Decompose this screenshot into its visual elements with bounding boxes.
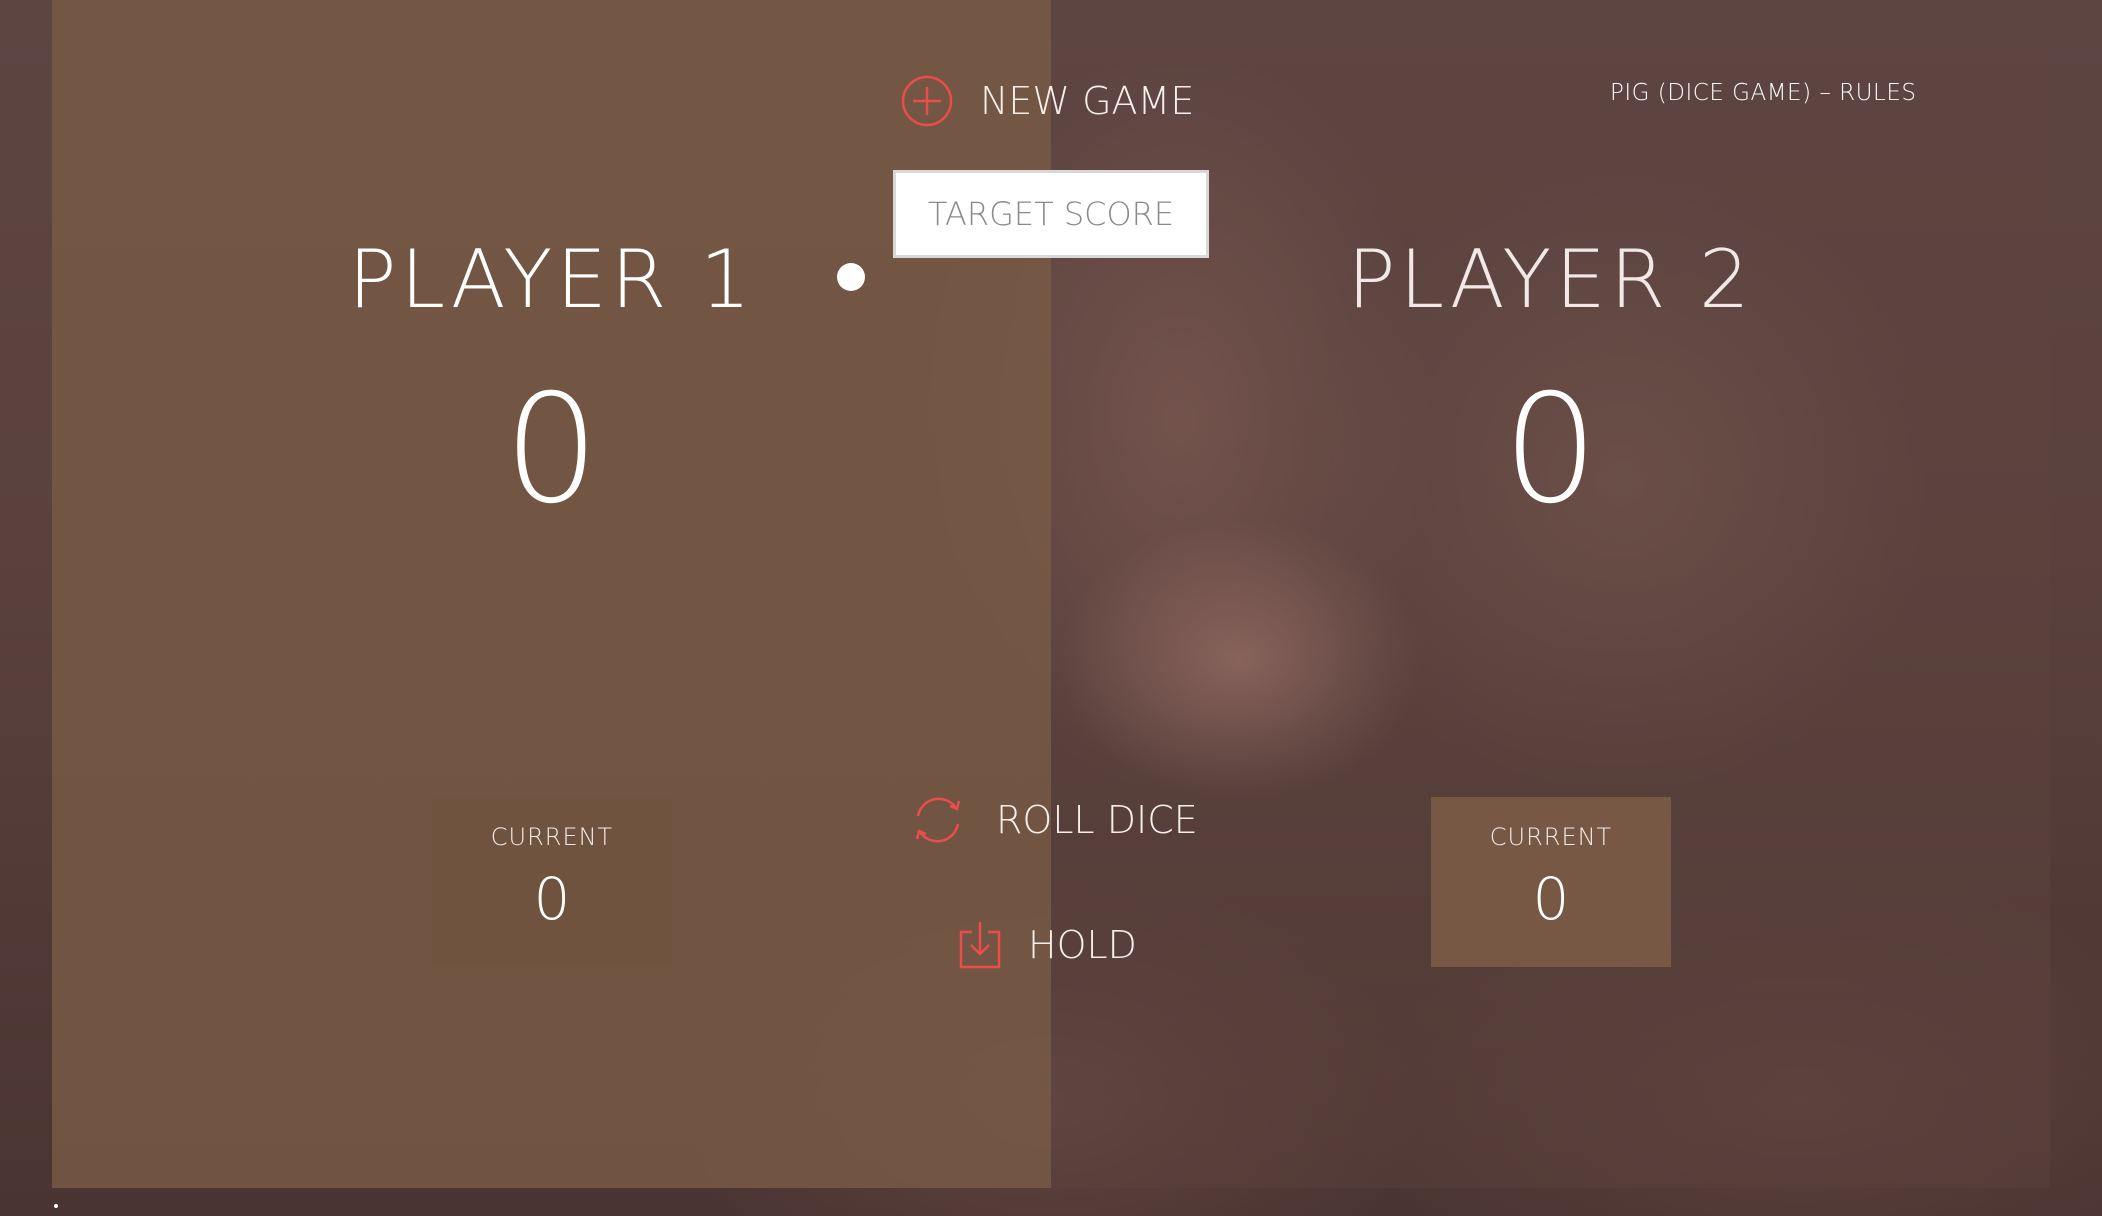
player-1-current-label: CURRENT (490, 823, 614, 851)
hold-button[interactable]: HOLD (958, 920, 1137, 970)
new-game-label: NEW GAME (980, 79, 1195, 123)
plus-circle-icon (900, 74, 954, 128)
player-1-current-box: CURRENT 0 (432, 797, 672, 967)
refresh-icon (906, 790, 970, 850)
roll-dice-label: ROLL DICE (996, 798, 1198, 842)
rules-link[interactable]: PIG (DICE GAME) – RULES (1610, 80, 1916, 106)
hold-label: HOLD (1028, 923, 1137, 967)
player-1-current-score: 0 (533, 865, 571, 933)
download-icon (958, 920, 1002, 970)
active-player-indicator (837, 263, 865, 291)
corner-dot (54, 1204, 58, 1208)
player-2-current-box: CURRENT 0 (1431, 797, 1671, 967)
player-2-current-label: CURRENT (1489, 823, 1613, 851)
roll-dice-button[interactable]: ROLL DICE (906, 790, 1198, 850)
new-game-button[interactable]: NEW GAME (900, 74, 1194, 128)
target-score-input[interactable] (893, 170, 1209, 258)
player-2-score: 0 (1502, 363, 1599, 537)
player-2-current-score: 0 (1532, 865, 1570, 933)
player-1-score: 0 (503, 363, 600, 537)
